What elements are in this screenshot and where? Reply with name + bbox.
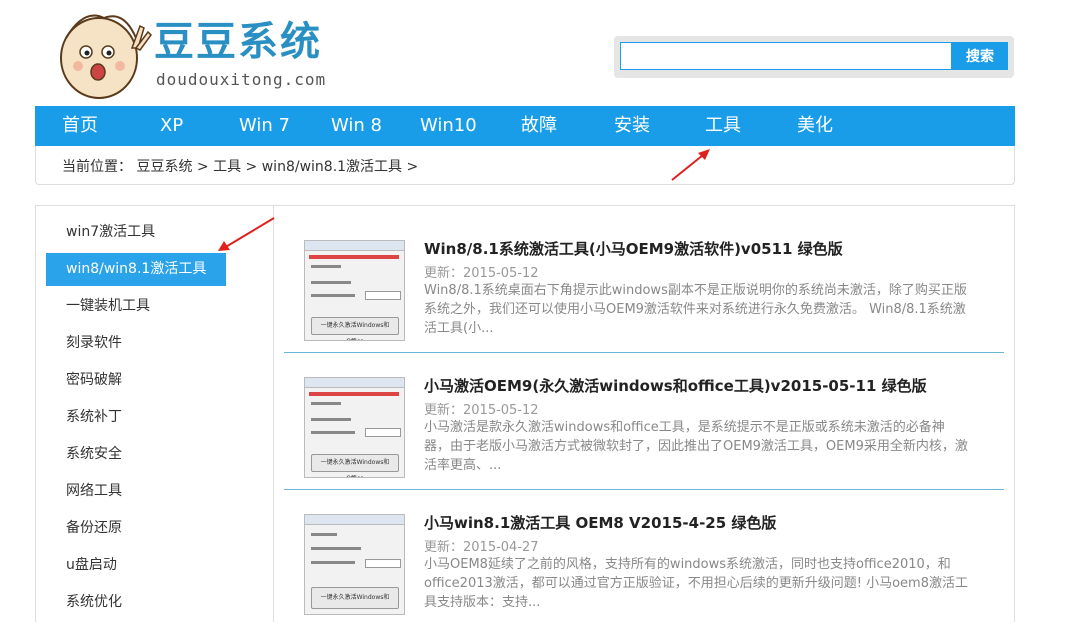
thumbnail-activate-button: 一键永久激活Windows和Office	[311, 587, 399, 609]
site-url: doudouxitong.com	[156, 70, 327, 89]
thumbnail-activate-button: 一键永久激活Windows和Office	[311, 454, 399, 477]
sidebar-item-network-tools[interactable]: 网络工具	[46, 475, 226, 508]
mascot-logo-icon	[60, 14, 152, 99]
nav-item-win7[interactable]: Win 7	[239, 106, 290, 146]
article-description: 小马OEM8延续了之前的风格，支持所有的windows系统激活，同时也支持off…	[424, 557, 968, 610]
nav-item-win10[interactable]: Win10	[420, 106, 477, 146]
breadcrumb-home[interactable]: 豆豆系统	[136, 159, 192, 175]
article-title[interactable]: Win8/8.1系统激活工具(小马OEM9激活软件)v0511 绿色版	[424, 238, 843, 259]
article-description: Win8/8.1系统桌面右下角提示此windows副本不是正版说明你的系统尚未激…	[424, 283, 967, 336]
breadcrumb-current[interactable]: win8/win8.1激活工具	[262, 159, 402, 175]
nav-item-tools[interactable]: 工具	[705, 106, 741, 146]
breadcrumb-separator: >	[196, 159, 209, 175]
category-sidebar: win7激活工具 win8/win8.1激活工具 一键装机工具 刻录软件 密码破…	[36, 206, 274, 622]
sidebar-item-backup-restore[interactable]: 备份还原	[46, 512, 226, 545]
search-button[interactable]: 搜索	[952, 42, 1008, 70]
nav-item-xp[interactable]: XP	[160, 106, 183, 146]
content-area: win7激活工具 win8/win8.1激活工具 一键装机工具 刻录软件 密码破…	[35, 205, 1015, 622]
nav-item-beautify[interactable]: 美化	[797, 106, 833, 146]
nav-item-install[interactable]: 安装	[614, 106, 650, 146]
article-thumbnail[interactable]: 一键永久激活Windows和Office	[304, 240, 405, 341]
breadcrumb-tools[interactable]: 工具	[213, 159, 241, 175]
sidebar-item-system-optimize[interactable]: 系统优化	[46, 586, 226, 619]
article-title[interactable]: 小马win8.1激活工具 OEM8 V2015-4-25 绿色版	[424, 512, 776, 533]
thumbnail-activate-button: 一键永久激活Windows和Office	[311, 317, 399, 340]
breadcrumb-prefix: 当前位置：	[62, 159, 132, 175]
article-date: 更新：2015-05-12	[424, 403, 539, 418]
article-thumbnail[interactable]: 一键永久激活Windows和Office	[304, 377, 405, 478]
sidebar-item-win7-activator[interactable]: win7激活工具	[46, 216, 226, 249]
article-title[interactable]: 小马激活OEM9(永久激活windows和office工具)v2015-05-1…	[424, 375, 927, 396]
breadcrumb-separator: >	[406, 159, 419, 175]
nav-item-fault[interactable]: 故障	[521, 106, 557, 146]
sidebar-item-burning-software[interactable]: 刻录软件	[46, 327, 226, 360]
nav-item-win8[interactable]: Win 8	[331, 106, 382, 146]
sidebar-item-password-crack[interactable]: 密码破解	[46, 364, 226, 397]
article-date: 更新：2015-04-27	[424, 540, 539, 555]
breadcrumb-separator: >	[245, 159, 258, 175]
sidebar-item-system-security[interactable]: 系统安全	[46, 438, 226, 471]
article-item: 一键永久激活Windows和Office 小马激活OEM9(永久激活window…	[284, 353, 1004, 490]
article-item: 一键永久激活Windows和Office Win8/8.1系统激活工具(小马OE…	[284, 216, 1004, 353]
main-nav: 首页 XP Win 7 Win 8 Win10 故障 安装 工具 美化	[35, 106, 1015, 146]
sidebar-item-usb-boot[interactable]: u盘启动	[46, 549, 226, 582]
breadcrumb: 当前位置： 豆豆系统 > 工具 > win8/win8.1激活工具 >	[62, 156, 418, 176]
search-bar: 搜索	[614, 36, 1014, 78]
article-thumbnail[interactable]: 一键永久激活Windows和Office	[304, 514, 405, 615]
nav-item-home[interactable]: 首页	[62, 106, 98, 146]
site-logo[interactable]: 豆豆系统 doudouxitong.com	[44, 8, 327, 99]
sidebar-item-one-click-install[interactable]: 一键装机工具	[46, 290, 226, 323]
search-input[interactable]	[620, 42, 952, 70]
article-description: 小马激活是款永久激活windows和office工具，是系统提示不是正版或系统未…	[424, 420, 968, 473]
sidebar-item-system-patch[interactable]: 系统补丁	[46, 401, 226, 434]
breadcrumb-bar: 当前位置： 豆豆系统 > 工具 > win8/win8.1激活工具 >	[35, 146, 1015, 185]
sidebar-item-win8-activator[interactable]: win8/win8.1激活工具	[46, 253, 226, 286]
article-date: 更新：2015-05-12	[424, 266, 539, 281]
article-item: 一键永久激活Windows和Office 小马win8.1激活工具 OEM8 V…	[284, 490, 1004, 622]
site-title: 豆豆系统	[154, 18, 322, 65]
